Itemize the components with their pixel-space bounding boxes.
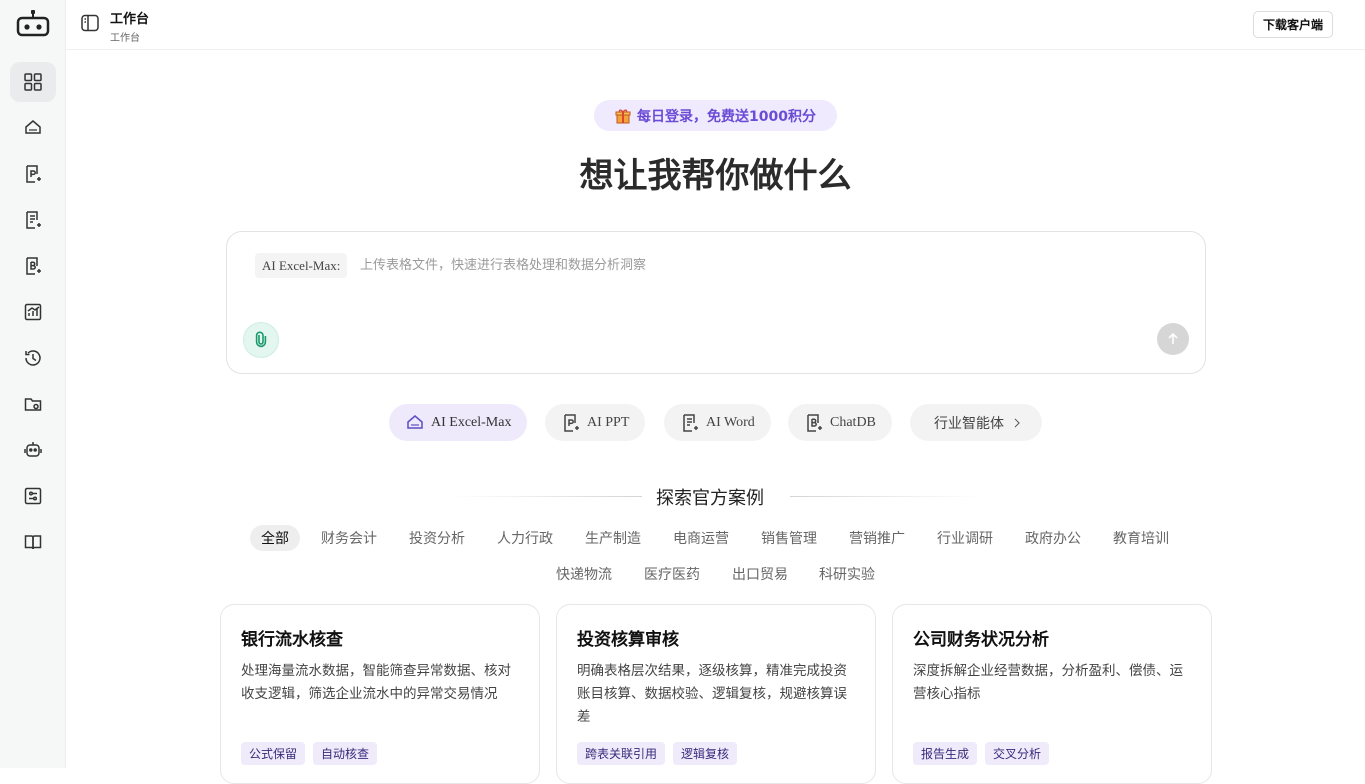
sidebar-toggle-icon[interactable] [80, 13, 100, 33]
sidebar-item-guide[interactable] [10, 522, 56, 562]
download-client-button[interactable]: 下载客户端 [1252, 11, 1333, 38]
excel-ai-icon [25, 120, 41, 134]
card-tag: 自动核查 [313, 742, 378, 765]
hero-title: 想让我帮你做什么 [579, 156, 852, 196]
category-tab[interactable]: 投资分析 [398, 525, 476, 551]
category-tab[interactable]: 生产制造 [574, 525, 652, 551]
paperclip-icon [255, 331, 267, 348]
sidebar-item-word[interactable] [10, 200, 56, 240]
category-tab[interactable]: 医疗医药 [633, 561, 711, 587]
prompt-input[interactable]: 上传表格文件，快速进行表格处理和数据分析洞察 [360, 254, 646, 273]
ppt-ai-icon [564, 413, 579, 432]
tool-label: AI Word [706, 414, 755, 430]
mode-tag[interactable]: AI Excel-Max: [255, 253, 348, 278]
sidebar-item-workspace[interactable] [10, 62, 56, 102]
chatdb-icon [807, 413, 822, 432]
robot-icon [24, 442, 42, 457]
divider [452, 496, 642, 497]
chevron-right-icon [1014, 417, 1020, 428]
card-title: 公司财务状况分析 [913, 630, 1049, 650]
category-tab[interactable]: 财务会计 [310, 525, 388, 551]
category-tab[interactable]: 出口贸易 [721, 561, 799, 587]
sidebar [0, 0, 66, 768]
card-tag: 公式保留 [241, 742, 306, 765]
tool-ai-ppt[interactable]: AI PPT [545, 404, 646, 441]
robot-logo-icon[interactable] [16, 9, 50, 37]
gift-icon [615, 109, 631, 123]
divider [790, 496, 980, 497]
explore-title: 探索官方案例 [656, 488, 764, 509]
prompt-composer[interactable]: AI Excel-Max: 上传表格文件，快速进行表格处理和数据分析洞察 [226, 231, 1206, 374]
category-tab[interactable]: 人力行政 [486, 525, 564, 551]
tool-industry-agents[interactable]: 行业智能体 [910, 404, 1042, 441]
settings-sliders-icon [24, 487, 42, 505]
daily-login-promo[interactable]: 每日登录，免费送1000积分 [594, 100, 837, 131]
history-icon [25, 350, 41, 366]
card-tag: 逻辑复核 [673, 742, 738, 765]
case-card[interactable]: 投资核算审核 明确表格层次结果，逐级核算，精准完成投资账目核算、数据校验、逻辑复… [556, 604, 876, 784]
tool-label: ChatDB [830, 414, 876, 430]
breadcrumb: 工作台 [110, 33, 140, 44]
card-title: 投资核算审核 [577, 630, 679, 650]
top-bar: 工作台 工作台 下载客户端 [66, 0, 1365, 50]
word-ai-icon [683, 413, 698, 432]
word-ai-icon [26, 211, 41, 229]
category-tab[interactable]: 科研实验 [808, 561, 886, 587]
case-card[interactable]: 银行流水核查 处理海量流水数据，智能筛查异常数据、核对收支逻辑，筛选企业流水中的… [220, 604, 540, 784]
excel-ai-icon [407, 414, 423, 429]
sidebar-item-report[interactable] [10, 292, 56, 332]
tool-switcher: AI Excel-Max AI PPT AI Word ChatDB 行业智能体 [0, 404, 1365, 442]
arrow-up-icon [1168, 332, 1178, 344]
tool-ai-word[interactable]: AI Word [664, 404, 771, 441]
card-tag: 报告生成 [913, 742, 978, 765]
chart-report-icon [24, 303, 42, 321]
chatdb-icon [26, 257, 41, 275]
grid-icon [24, 73, 42, 91]
category-tab[interactable]: 销售管理 [750, 525, 828, 551]
card-description: 明确表格层次结果，逐级核算，精准完成投资账目核算、数据校验、逻辑复核，规避核算误… [577, 663, 847, 725]
page-title: 工作台 [110, 12, 150, 27]
sidebar-item-excel[interactable] [10, 108, 56, 148]
tool-label: 行业智能体 [934, 415, 1004, 432]
card-tag: 跨表关联引用 [577, 742, 666, 765]
case-card[interactable]: 公司财务状况分析 深度拆解企业经营数据，分析盈利、偿债、运营核心指标 报告生成 … [892, 604, 1212, 784]
send-button[interactable] [1157, 323, 1189, 355]
card-tag: 交叉分析 [985, 742, 1050, 765]
sidebar-item-settings[interactable] [10, 476, 56, 516]
category-tab[interactable]: 全部 [250, 525, 300, 551]
tool-ai-excel-max[interactable]: AI Excel-Max [389, 404, 528, 441]
category-tab[interactable]: 教育培训 [1102, 525, 1180, 551]
card-description: 处理海量流水数据，智能筛查异常数据、核对收支逻辑，筛选企业流水中的异常交易情况 [241, 663, 511, 702]
category-tab[interactable]: 行业调研 [926, 525, 1004, 551]
card-description: 深度拆解企业经营数据，分析盈利、偿债、运营核心指标 [913, 663, 1183, 702]
category-tab[interactable]: 营销推广 [838, 525, 916, 551]
attach-file-button[interactable] [243, 322, 279, 358]
tool-label: AI PPT [587, 414, 630, 430]
tool-label: AI Excel-Max [431, 414, 512, 430]
book-icon [24, 535, 42, 550]
sidebar-item-chatdb[interactable] [10, 246, 56, 286]
category-tab[interactable]: 电商运营 [662, 525, 740, 551]
tool-chatdb[interactable]: ChatDB [788, 404, 892, 441]
promo-text: 每日登录，免费送1000积分 [637, 108, 816, 125]
sidebar-item-history[interactable] [10, 338, 56, 378]
category-tab[interactable]: 快递物流 [545, 561, 623, 587]
category-tab[interactable]: 政府办公 [1014, 525, 1092, 551]
card-title: 银行流水核查 [241, 630, 343, 650]
